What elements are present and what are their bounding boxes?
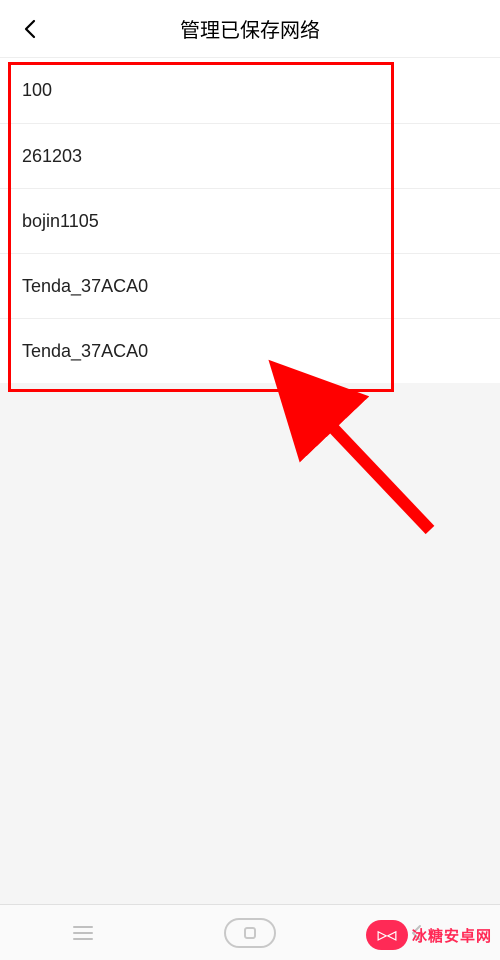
recents-button[interactable] <box>53 915 113 951</box>
home-icon <box>224 918 276 948</box>
network-name: bojin1105 <box>22 211 99 232</box>
chevron-left-icon <box>18 17 42 41</box>
watermark: ▷◁ 冰糖安卓网 <box>366 920 492 950</box>
network-item[interactable]: Tenda_37ACA0 <box>0 318 500 383</box>
back-button[interactable] <box>18 17 42 41</box>
network-item[interactable]: 100 <box>0 58 500 123</box>
watermark-text: 冰糖安卓网 <box>412 925 492 946</box>
network-item[interactable]: 261203 <box>0 123 500 188</box>
saved-networks-list: 100 261203 bojin1105 Tenda_37ACA0 Tenda_… <box>0 58 500 383</box>
header-bar: 管理已保存网络 <box>0 0 500 58</box>
network-name: Tenda_37ACA0 <box>22 276 148 297</box>
network-name: Tenda_37ACA0 <box>22 341 148 362</box>
menu-icon <box>72 924 94 942</box>
page-title: 管理已保存网络 <box>0 14 500 43</box>
home-button[interactable] <box>220 915 280 951</box>
network-name: 261203 <box>22 146 82 167</box>
network-name: 100 <box>22 80 52 101</box>
network-item[interactable]: Tenda_37ACA0 <box>0 253 500 318</box>
watermark-badge-icon: ▷◁ <box>366 920 408 950</box>
network-item[interactable]: bojin1105 <box>0 188 500 253</box>
